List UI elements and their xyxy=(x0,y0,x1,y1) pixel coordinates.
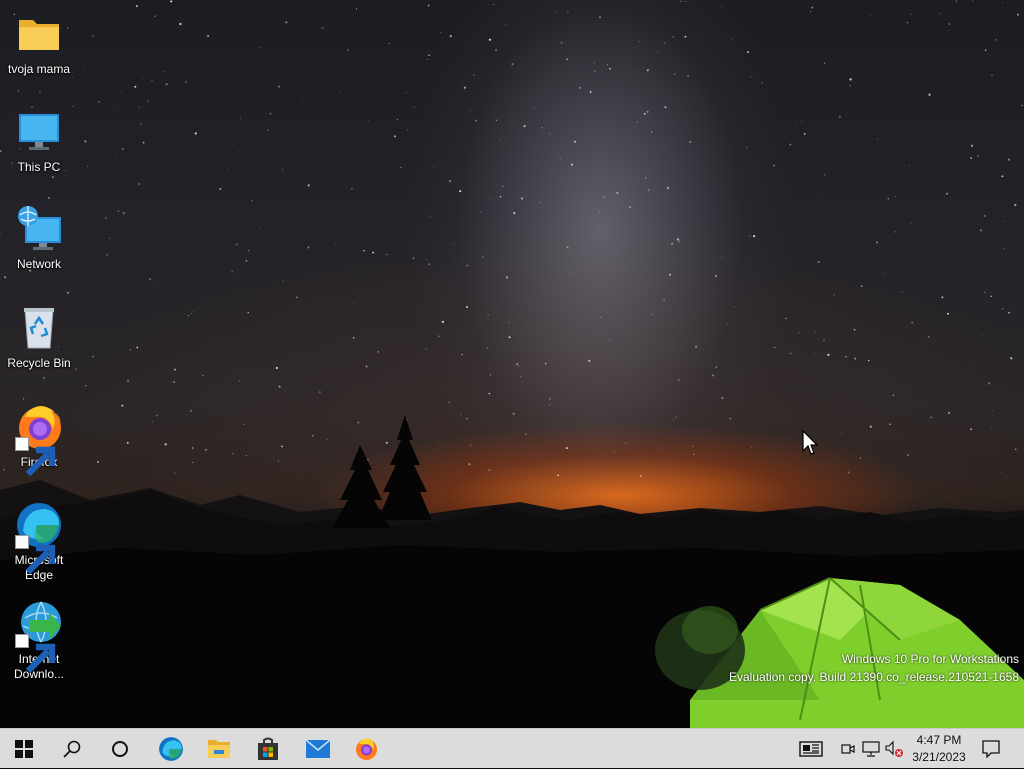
clock[interactable]: 4:47 PM 3/21/2023 xyxy=(906,732,972,766)
cortana-icon xyxy=(112,741,128,757)
meet-now-icon xyxy=(841,744,855,754)
desktop-icon-label: Recycle Bin xyxy=(7,356,71,370)
desktop-icon-firefox[interactable]: Firefox xyxy=(2,403,76,477)
network-icon xyxy=(862,741,880,757)
clock-date: 3/21/2023 xyxy=(912,750,966,764)
clock-time: 4:47 PM xyxy=(916,733,962,747)
watermark-line1: Windows 10 Pro for Workstations xyxy=(841,652,1019,666)
news-and-interests-button[interactable] xyxy=(798,739,824,759)
shortcut-arrow-icon xyxy=(15,437,56,477)
shortcut-arrow-icon xyxy=(15,634,56,674)
mouse-cursor-icon xyxy=(802,430,818,455)
firefox-icon xyxy=(15,403,63,477)
taskbar-edge-button[interactable] xyxy=(147,729,195,769)
file-explorer-icon xyxy=(208,740,230,758)
mail-icon xyxy=(306,740,330,758)
taskbar: 4:47 PM 3/21/2023 xyxy=(0,728,1024,768)
desktop-icon-network[interactable]: Network xyxy=(2,205,76,272)
volume-button[interactable] xyxy=(884,739,904,759)
volume-muted-icon xyxy=(885,740,903,757)
wallpaper-landscape xyxy=(0,415,1024,728)
start-button[interactable] xyxy=(0,729,48,769)
taskbar-firefox-button[interactable] xyxy=(342,729,390,769)
taskbar-file-explorer-button[interactable] xyxy=(195,729,243,769)
desktop-icon-label: Network xyxy=(16,257,61,271)
search-icon xyxy=(63,740,81,758)
taskbar-mail-button[interactable] xyxy=(294,729,342,769)
desktop-icon-folder[interactable]: tvoja mama xyxy=(2,10,76,77)
desktop[interactable]: tvoja mama This PC Network Recycle Bin F… xyxy=(0,0,1024,728)
internet-download-manager-icon xyxy=(15,600,63,674)
action-center-button[interactable] xyxy=(981,739,1001,759)
network-icon xyxy=(15,205,63,253)
meet-now-button[interactable] xyxy=(838,739,858,759)
edge-icon xyxy=(15,501,63,575)
desktop-icon-recycle-bin[interactable]: Recycle Bin xyxy=(2,304,76,371)
shortcut-arrow-icon xyxy=(15,535,56,575)
monitor-icon xyxy=(15,108,63,156)
desktop-icon-internet-download-manager[interactable]: Internet Downlo... xyxy=(2,600,76,682)
desktop-icon-edge[interactable]: Microsoft Edge xyxy=(2,501,76,583)
cortana-button[interactable] xyxy=(96,729,144,769)
desktop-icon-label: tvoja mama xyxy=(7,62,71,76)
evaluation-watermark: Windows 10 Pro for Workstations Evaluati… xyxy=(729,650,1019,686)
action-center-icon xyxy=(982,740,1000,758)
watermark-line2: Evaluation copy. Build 21390.co_release.… xyxy=(729,670,1019,684)
start-icon xyxy=(15,740,33,758)
recycle-bin-icon xyxy=(15,304,63,352)
edge-icon xyxy=(159,737,183,761)
folder-icon xyxy=(15,10,63,58)
search-button[interactable] xyxy=(48,729,96,769)
desktop-icon-label: This PC xyxy=(17,160,61,174)
desktop-icon-this-pc[interactable]: This PC xyxy=(2,108,76,175)
taskbar-store-button[interactable] xyxy=(244,729,292,769)
microsoft-store-icon xyxy=(258,737,278,760)
news-icon xyxy=(799,741,823,757)
network-tray-button[interactable] xyxy=(861,739,881,759)
firefox-icon xyxy=(356,738,377,760)
